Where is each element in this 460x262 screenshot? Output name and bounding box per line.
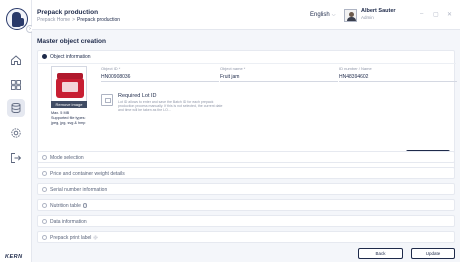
app-title: Prepack production [37,9,99,16]
update-button[interactable]: Update [411,248,455,259]
dashboard-icon[interactable] [10,79,22,91]
minimize-icon[interactable]: – [420,11,423,17]
object-id-value: HN00908036 [101,74,131,80]
step-pending-icon [42,219,47,225]
object-name-value: Fruit jam [220,74,240,80]
settings-icon[interactable] [10,127,22,139]
step-active-icon [42,54,47,60]
section-price-container[interactable]: Price and container weight details [37,167,455,179]
id-number-value: HN48394602 [339,74,369,80]
section-nutrition-table[interactable]: Nutrition table i [37,199,455,211]
field-underline [220,81,338,82]
field-underline [101,81,219,82]
step-pending-icon [42,171,47,177]
step-pending-icon [42,203,47,209]
section-serial-number[interactable]: Serial number information [37,183,455,195]
logout-icon[interactable] [10,152,22,164]
section-mode-selection[interactable]: Mode selection [37,151,455,163]
section-label: Nutrition table [50,203,81,209]
brand-logo: KERN [5,254,23,260]
user-role: Admin [361,15,374,20]
section-label: Data information [50,219,87,225]
section-prepack-print-label[interactable]: Prepack print label [37,231,455,243]
supported-formats: jpeg, jpg, svg & hmp [51,121,86,125]
section-label: Prepack print label [50,235,92,241]
maximize-icon[interactable]: ▢ [433,11,439,18]
required-lot-label: Required Lot ID [118,93,157,99]
gear-icon[interactable] [93,235,98,240]
id-number-label: ID number / Name [339,66,372,71]
home-icon[interactable] [10,54,22,66]
remove-image-button[interactable]: Remove image [51,101,87,108]
object-name-label: Object name * [220,66,246,71]
section-label: Serial number information [50,187,108,193]
section-title: Object information [50,54,91,60]
object-image[interactable] [51,66,87,102]
step-pending-icon [42,235,47,241]
section-data-information[interactable]: Data information [37,215,455,227]
breadcrumb-item-current: Prepack production [77,17,121,23]
language-selector[interactable]: English ⌵ [310,12,335,18]
required-lot-description: Lot ID allows to enter and save the Batc… [118,100,223,113]
id-number-field[interactable]: ID number / Name HN48394602 [339,66,457,82]
divider [38,63,456,64]
breadcrumb-separator: > [72,17,75,23]
user-name: Albert Sauter [361,8,396,14]
section-header[interactable]: Object information [42,54,91,60]
step-pending-icon [42,187,47,193]
close-icon[interactable]: ✕ [447,11,452,18]
chevron-down-icon: ⌵ [331,12,336,18]
required-lot-checkbox[interactable] [101,94,113,106]
image-requirements: Max. 5 MB Supported file types: jpeg, jp… [51,111,86,126]
object-name-field[interactable]: Object name * Fruit jam [220,66,338,82]
section-label: Mode selection [50,155,84,161]
app-logo [6,8,28,30]
main-content: Master object creation Object informatio… [32,30,460,262]
avatar[interactable] [344,9,357,22]
section-label: Price and container weight details [50,171,125,177]
sidebar: › KERN [0,0,34,262]
hand-icon [12,12,24,27]
breadcrumb: Prepack Home > Prepack production [37,17,120,23]
language-label: English [310,12,330,18]
database-icon[interactable] [7,99,25,117]
step-pending-icon [42,155,47,161]
object-id-label: Object ID * [101,66,121,71]
breadcrumb-item-home[interactable]: Prepack Home [37,17,70,23]
info-icon[interactable]: i [82,203,88,208]
top-bar: Prepack production Prepack Home > Prepack … [32,0,460,30]
page-title: Master object creation [37,38,106,45]
field-underline [339,81,457,82]
back-button[interactable]: Back [358,248,403,259]
object-id-field[interactable]: Object ID * HN00908036 [101,66,219,82]
